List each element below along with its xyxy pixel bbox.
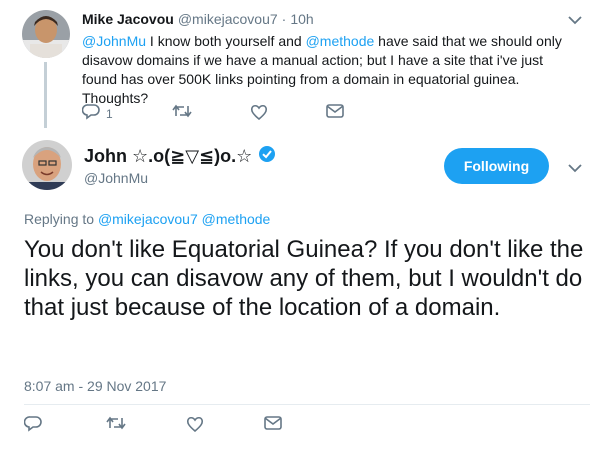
retweet-button[interactable]	[106, 416, 126, 433]
parent-tweet-text: @JohnMu I know both yourself and @method…	[82, 32, 572, 108]
divider	[24, 404, 590, 405]
message-button[interactable]	[264, 416, 282, 433]
mention-link[interactable]: @mikejacovou7	[98, 211, 198, 227]
following-button[interactable]: Following	[444, 148, 549, 184]
replying-to: Replying to @mikejacovou7 @methode	[24, 211, 270, 227]
thread-line	[44, 62, 47, 128]
like-button[interactable]	[250, 104, 268, 123]
parent-author-handle[interactable]: @mikejacovou7	[178, 11, 278, 27]
retweet-button[interactable]	[172, 104, 192, 121]
mention-link[interactable]: @methode	[306, 33, 375, 49]
main-author-handle[interactable]: @JohnMu	[84, 170, 148, 186]
replying-prefix: Replying to	[24, 211, 95, 227]
retweet-icon	[172, 104, 192, 121]
main-author: John ☆.o(≧▽≦)o.☆	[84, 145, 276, 168]
mention-link[interactable]: @JohnMu	[82, 33, 146, 49]
retweet-icon	[106, 416, 126, 433]
like-icon	[186, 416, 204, 435]
tweet-timestamp[interactable]: 8:07 am - 29 Nov 2017	[24, 378, 166, 394]
avatar[interactable]	[22, 140, 72, 190]
reply-icon	[23, 416, 42, 435]
verified-badge-icon	[258, 145, 276, 168]
avatar[interactable]	[22, 10, 70, 58]
message-icon	[264, 416, 282, 433]
tweet-text-segment: I know both yourself and	[146, 33, 306, 49]
like-button[interactable]	[186, 416, 204, 435]
main-author-name[interactable]: John ☆.o(≧▽≦)o.☆	[84, 146, 252, 167]
chevron-down-icon[interactable]	[568, 12, 582, 30]
mention-link[interactable]: @methode	[202, 211, 271, 227]
parent-author: Mike Jacovou @mikejacovou7 · 10h	[82, 11, 314, 27]
message-icon	[326, 104, 344, 121]
parent-action-bar: 1	[81, 104, 352, 124]
message-button[interactable]	[326, 104, 344, 121]
reply-button[interactable]: 1	[81, 104, 113, 123]
chevron-down-icon[interactable]	[568, 160, 582, 178]
like-icon	[250, 104, 268, 123]
parent-author-name[interactable]: Mike Jacovou	[82, 11, 174, 27]
main-tweet-text: You don't like Equatorial Guinea? If you…	[24, 236, 584, 321]
reply-icon	[81, 104, 100, 123]
main-action-bar	[23, 414, 594, 436]
reply-button[interactable]	[23, 416, 42, 435]
separator: ·	[281, 11, 287, 27]
parent-time[interactable]: 10h	[290, 11, 313, 27]
reply-count: 1	[106, 106, 113, 121]
